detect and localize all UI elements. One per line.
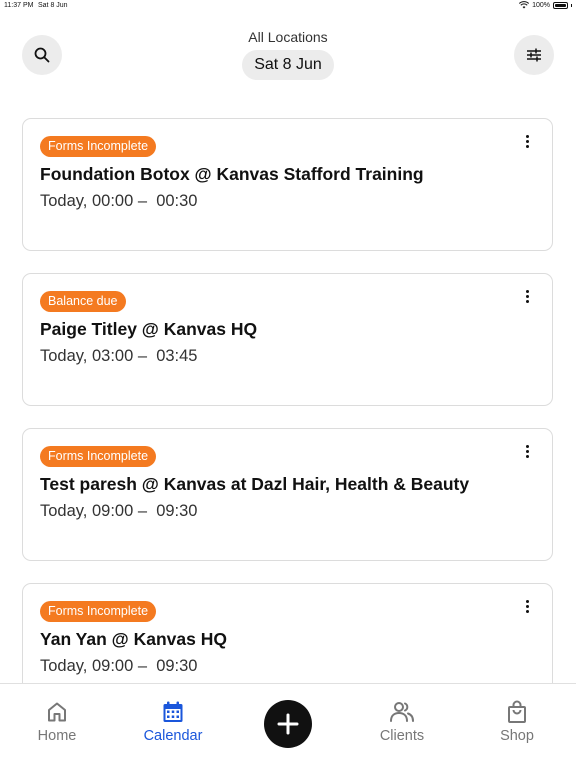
clients-icon — [390, 702, 414, 722]
tab-clients[interactable]: Clients — [357, 700, 447, 744]
location-title[interactable]: All Locations — [0, 29, 576, 45]
date-selector[interactable]: Sat 8 Jun — [242, 50, 334, 80]
tab-shop-label: Shop — [500, 728, 534, 744]
tab-shop[interactable]: Shop — [472, 700, 562, 744]
tab-home-label: Home — [37, 728, 77, 744]
appointment-time: Today, 09:00 – 09:30 — [40, 657, 198, 675]
status-time: 11:37 PM — [4, 2, 34, 9]
status-date: Sat 8 Jun — [38, 2, 68, 9]
appointment-title: Paige Titley @ Kanvas HQ — [40, 319, 258, 339]
plus-icon — [277, 713, 299, 735]
appointment-time: Today, 03:00 – 03:45 — [40, 347, 198, 365]
home-icon — [48, 702, 66, 722]
appointment-time: Today, 09:00 – 09:30 — [40, 502, 198, 520]
sliders-icon — [527, 48, 541, 62]
shopping-bag-icon — [508, 700, 526, 723]
battery-percent: 100% — [532, 1, 550, 9]
wifi-icon — [519, 1, 530, 9]
status-badge: Balance due — [40, 291, 126, 312]
tab-clients-label: Clients — [379, 728, 425, 744]
calendar-icon — [163, 701, 183, 722]
battery-icon — [553, 1, 568, 9]
more-options-button[interactable] — [522, 443, 532, 459]
tab-home[interactable]: Home — [12, 700, 102, 744]
add-appointment-button[interactable] — [264, 700, 312, 748]
appointment-title: Foundation Botox @ Kanvas Stafford Train… — [40, 164, 424, 184]
filter-button[interactable] — [514, 35, 554, 75]
status-bar: 11:37 PM Sat 8 Jun 100% — [0, 0, 576, 12]
appointment-title: Yan Yan @ Kanvas HQ — [40, 629, 227, 649]
tab-bar: Home Calendar Clients Shop — [0, 683, 576, 768]
status-right: 100% — [519, 1, 572, 9]
search-icon — [34, 47, 50, 63]
status-badge: Forms Incomplete — [40, 136, 157, 157]
appointment-card[interactable]: Balance due Paige Titley @ Kanvas HQ Tod… — [22, 273, 553, 406]
appointment-time: Today, 00:00 – 00:30 — [40, 192, 198, 210]
header: All Locations Sat 8 Jun — [0, 20, 576, 90]
more-options-button[interactable] — [522, 288, 532, 304]
appointment-card[interactable]: Forms Incomplete Foundation Botox @ Kanv… — [22, 118, 553, 251]
status-badge: Forms Incomplete — [40, 446, 157, 467]
tab-calendar[interactable]: Calendar — [128, 700, 218, 744]
appointment-title: Test paresh @ Kanvas at Dazl Hair, Healt… — [40, 474, 470, 494]
appointment-card[interactable]: Forms Incomplete Test paresh @ Kanvas at… — [22, 428, 553, 561]
more-options-button[interactable] — [522, 133, 532, 149]
tab-calendar-label: Calendar — [143, 728, 203, 744]
status-badge: Forms Incomplete — [40, 601, 157, 622]
battery-tip — [571, 3, 572, 7]
more-options-button[interactable] — [522, 598, 532, 614]
